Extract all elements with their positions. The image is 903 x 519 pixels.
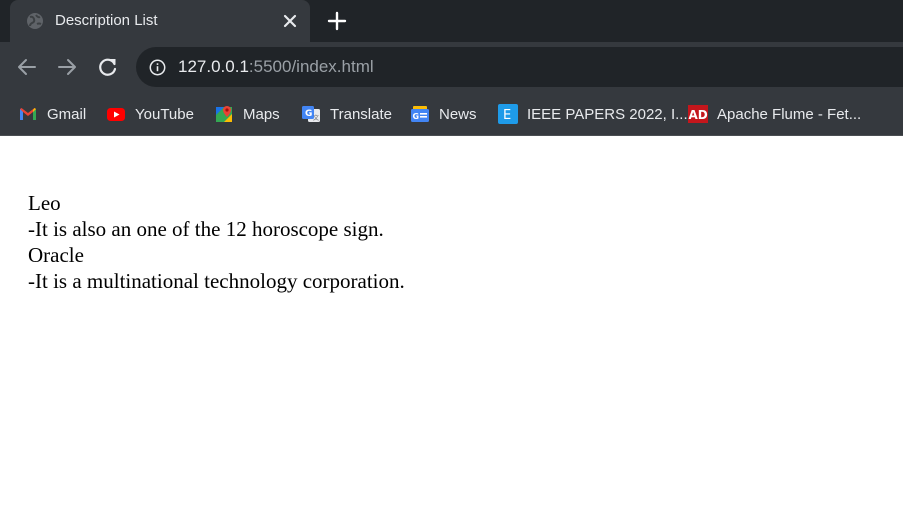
translate-icon: G 文 [302,106,320,122]
description-list: Leo -It is also an one of the 12 horosco… [28,190,405,294]
svg-text:G: G [413,112,420,121]
bookmark-label: YouTube [135,105,194,123]
new-tab-plus-icon[interactable] [326,10,348,32]
bookmark-gmail[interactable]: Gmail [18,103,86,125]
definition-oracle: -It is a multinational technology corpor… [28,269,405,293]
reload-icon[interactable] [97,56,119,78]
gmail-icon [20,108,36,120]
close-icon[interactable] [280,11,300,31]
term-oracle: Oracle [28,243,84,267]
bookmark-label: IEEE PAPERS 2022, I... [527,105,688,123]
globe-icon [27,13,43,29]
bookmarks-bar: Gmail YouTube Maps G 文 Translate G News … [0,92,903,136]
bookmark-ieee-papers[interactable]: E IEEE PAPERS 2022, I... [498,103,688,125]
bookmark-maps[interactable]: Maps [214,103,280,125]
definition-leo: -It is also an one of the 12 horoscope s… [28,217,384,241]
bookmark-label: Maps [243,105,280,123]
address-bar[interactable]: 127.0.0.1:5500/index.html [136,47,903,87]
tab-title: Description List [55,12,158,29]
svg-text:AD: AD [689,108,708,122]
url-text[interactable]: 127.0.0.1:5500/index.html [178,57,374,77]
bookmark-label: Gmail [47,105,87,123]
apache-ad-icon: AD [688,105,708,123]
info-icon[interactable] [149,59,166,76]
svg-text:G: G [305,109,312,119]
bookmark-label: News [439,105,477,123]
url-host: 127.0.0.1 [178,57,249,76]
maps-icon [216,106,232,122]
bookmark-label: Translate [330,105,392,123]
tab-description-list[interactable]: Description List [10,0,310,42]
svg-text:文: 文 [313,114,319,122]
svg-text:E: E [503,108,511,123]
bookmark-label: Apache Flume - Fet... [717,105,862,123]
bookmark-apache-flume[interactable]: AD Apache Flume - Fet... [688,103,861,125]
bookmark-youtube[interactable]: YouTube [106,103,194,125]
youtube-icon [107,108,125,121]
arrow-left-icon[interactable] [16,56,38,78]
arrow-right-icon[interactable] [56,56,78,78]
term-leo: Leo [28,191,61,215]
bookmark-news[interactable]: G News [410,103,477,125]
url-path: :5500/index.html [248,57,374,76]
news-icon: G [411,106,429,122]
bookmark-translate[interactable]: G 文 Translate [301,103,392,125]
tab-strip: Description List [0,0,903,42]
ieee-e-icon: E [498,104,518,124]
browser-toolbar: 127.0.0.1:5500/index.html [0,42,903,92]
